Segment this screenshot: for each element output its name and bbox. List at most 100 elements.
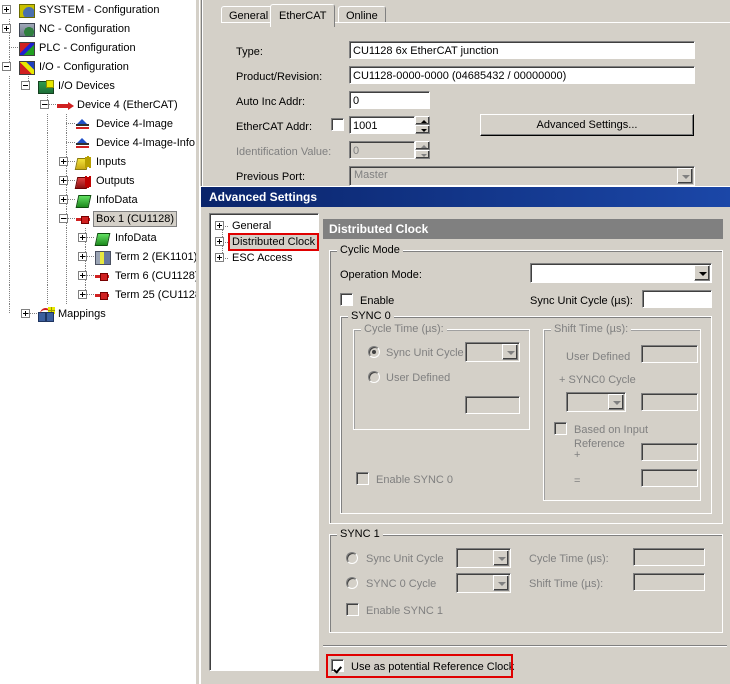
chevron-down-icon[interactable] [694, 265, 710, 281]
tree-indent [38, 152, 57, 171]
expander-plus-icon[interactable] [214, 250, 230, 266]
tree-item-label: Device 4 (EtherCAT) [77, 98, 178, 111]
expander-minus-icon[interactable] [19, 76, 38, 95]
cyclic-mode-group: Cyclic Mode Operation Mode: Enable Sync … [329, 244, 723, 524]
solution-tree-panel[interactable]: SYSTEM - Configuration NC - Configuratio… [0, 0, 196, 684]
sync1-shift-time-field [633, 573, 705, 591]
tree-item-io-devices[interactable]: I/O Devices [0, 76, 196, 95]
tree-item-label: Device 4-Image [96, 117, 174, 130]
dialog-title: Advanced Settings [201, 187, 730, 207]
expander-plus-icon[interactable] [214, 218, 230, 234]
tree-item-outputs[interactable]: Outputs [0, 171, 196, 190]
nc-icon [19, 22, 35, 37]
tree-item-box1[interactable]: Box 1 (CU1128) [0, 209, 196, 228]
tree-item-label: Term 6 (CU1128) [115, 269, 196, 282]
tree-item-device4-image[interactable]: Device 4-Image [0, 114, 196, 133]
tree-indent [38, 171, 57, 190]
tree-indent [0, 228, 19, 247]
sync-unit-cycle-field[interactable] [642, 290, 712, 308]
tree-item-term6[interactable]: Term 6 (CU1128) [0, 266, 196, 285]
tree-item-io-configuration[interactable]: I/O - Configuration [0, 57, 196, 76]
tree-item-term2[interactable]: Term 2 (EK1101) [0, 247, 196, 266]
ethercat-addr-checkbox[interactable] [331, 118, 344, 131]
expander-plus-icon[interactable] [214, 234, 230, 250]
expander-plus-icon[interactable] [0, 19, 19, 38]
enable-checkbox[interactable] [340, 293, 353, 306]
sync0-cycle-time-group-label: Cycle Time (µs): [361, 323, 447, 335]
expander-minus-icon[interactable] [57, 209, 76, 228]
tree-item-infodata[interactable]: InfoData [0, 190, 196, 209]
tree-indent [57, 228, 76, 247]
dialog-tree-label: General [232, 220, 272, 232]
ethercat-addr-field[interactable]: 1001 [349, 116, 415, 134]
operation-mode-label: Operation Mode: [340, 269, 422, 281]
tree-indent [38, 285, 57, 304]
sync0-user-defined-radio [368, 371, 380, 383]
expander-plus-icon[interactable] [76, 285, 95, 304]
product-revision-field[interactable]: CU1128-0000-0000 (04685432 / 00000000) [349, 66, 695, 84]
operation-mode-combo[interactable] [530, 263, 712, 283]
enable-sync1-checkbox [346, 603, 359, 616]
expander-plus-icon[interactable] [57, 190, 76, 209]
tree-item-label: I/O - Configuration [39, 60, 129, 73]
tree-item-nc[interactable]: NC - Configuration [0, 19, 196, 38]
tree-item-label: Device 4-Image-Info [96, 136, 196, 149]
sync1-sync0-cycle-label: SYNC 0 Cycle [366, 578, 437, 590]
tree-item-label: Inputs [96, 155, 126, 168]
outputs-icon [76, 175, 92, 189]
dialog-tree-item-distributed-clock[interactable]: Distributed Clock [210, 233, 320, 251]
dialog-nav-tree[interactable]: General Distributed Clock ESC Access [209, 213, 320, 671]
sync0-equals-symbol: = [574, 475, 581, 487]
tree-item-plc[interactable]: PLC - Configuration [0, 38, 196, 57]
ethercat-addr-spinner[interactable] [415, 116, 430, 134]
chevron-down-icon [493, 575, 509, 591]
tree-item-device4-image-info[interactable]: Device 4-Image-Info [0, 133, 196, 152]
advanced-settings-button[interactable]: Advanced Settings... [480, 114, 694, 136]
expander-plus-icon[interactable] [57, 152, 76, 171]
expander-plus-icon[interactable] [76, 228, 95, 247]
tree-item-system[interactable]: SYSTEM - Configuration [0, 0, 196, 19]
tree-connector [0, 38, 19, 57]
expander-plus-icon[interactable] [76, 266, 95, 285]
tree-indent [38, 209, 57, 228]
tree-connector [57, 133, 76, 152]
dialog-tree-item-esc-access[interactable]: ESC Access [210, 250, 318, 266]
tree-item-label: InfoData [115, 231, 157, 244]
auto-inc-addr-field[interactable]: 0 [349, 91, 430, 109]
chevron-down-icon[interactable] [677, 168, 693, 184]
expander-minus-icon[interactable] [38, 95, 57, 114]
previous-port-label: Previous Port: [236, 171, 306, 183]
expander-plus-icon[interactable] [57, 171, 76, 190]
tree-item-mappings[interactable]: Mappings [0, 304, 196, 323]
type-field[interactable]: CU1128 6x EtherCAT junction [349, 41, 695, 59]
tree-indent [0, 209, 19, 228]
ethercat-addr-label: EtherCAT Addr: [236, 121, 313, 133]
tree-item-term25[interactable]: Term 25 (CU1128) [0, 285, 196, 304]
tree-item-label-selected: Box 1 (CU1128) [92, 210, 178, 227]
tree-item-inputs[interactable]: Inputs [0, 152, 196, 171]
tree-item-box1-infodata[interactable]: InfoData [0, 228, 196, 247]
sync0-sync-unit-cycle-label: Sync Unit Cycle [386, 347, 464, 359]
expander-plus-icon[interactable] [0, 0, 19, 19]
tree-item-device4[interactable]: Device 4 (EtherCAT) [0, 95, 196, 114]
sync1-cycle-time-field [633, 548, 705, 566]
sync0-user-defined-label: User Defined [386, 372, 451, 384]
tree-indent [0, 152, 19, 171]
sync1-sync-unit-cycle-combo [456, 548, 511, 568]
sync0-plus-cycle-combo [566, 392, 626, 412]
tree-indent [38, 190, 57, 209]
sync0-plus-field [641, 443, 698, 461]
expander-plus-icon[interactable] [76, 247, 95, 266]
expander-minus-icon[interactable] [0, 57, 19, 76]
dialog-tree-item-general[interactable]: General [210, 218, 318, 234]
expander-plus-icon[interactable] [19, 304, 38, 323]
tab-ethercat[interactable]: EtherCAT [270, 4, 336, 27]
tree-item-label: SYSTEM - Configuration [39, 3, 160, 16]
sync1-sync0-cycle-combo [456, 573, 511, 593]
tree-indent [38, 228, 57, 247]
